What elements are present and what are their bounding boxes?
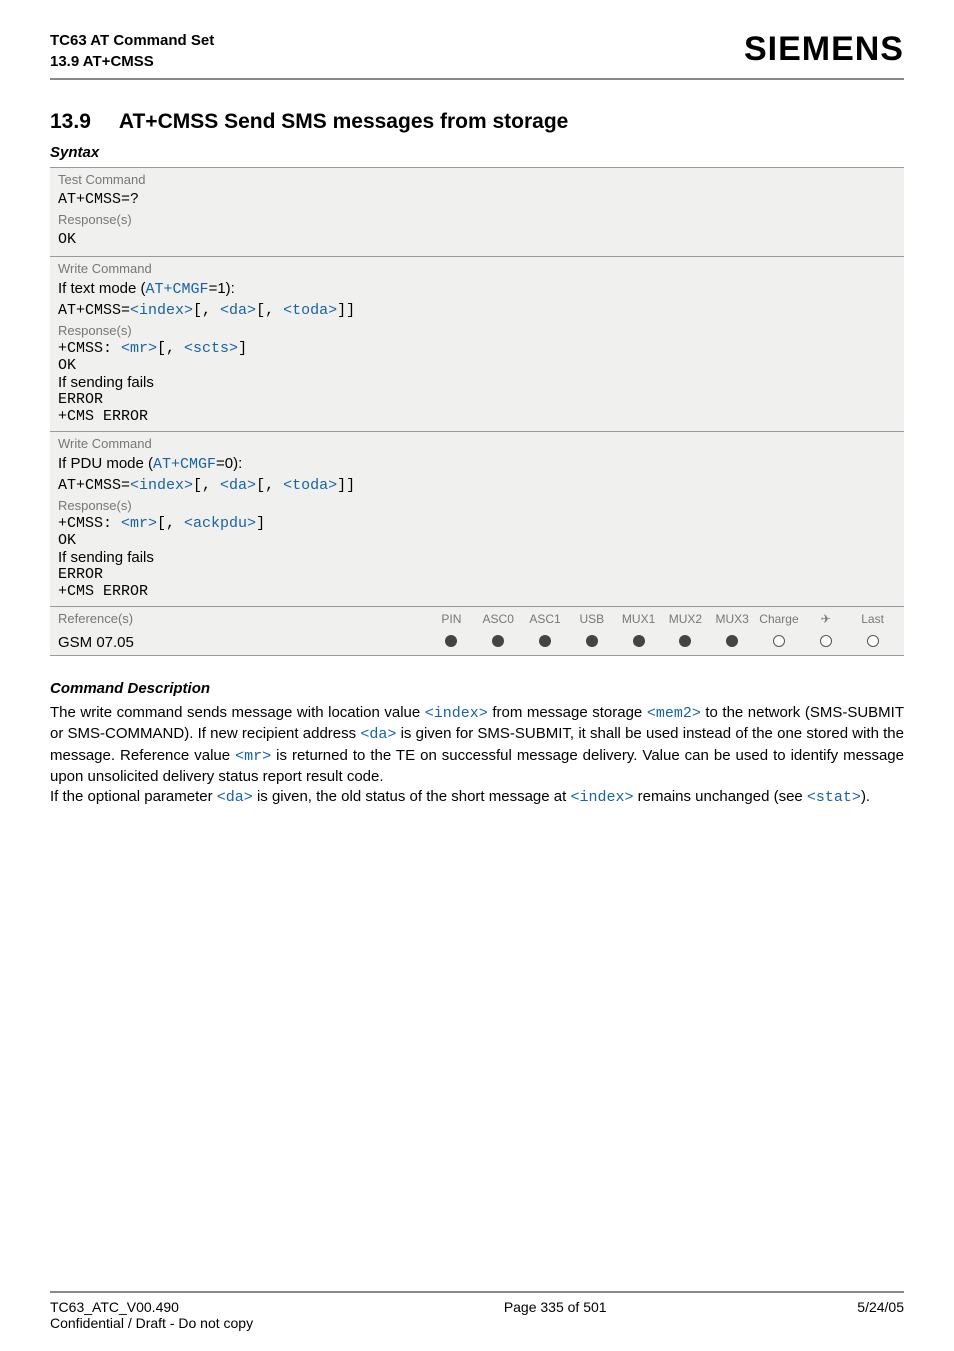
command-description-heading: Command Description <box>50 680 904 697</box>
write-pdu-label: Write Command <box>58 436 896 451</box>
col-pin: PIN <box>428 612 475 626</box>
param-mr-2[interactable]: <mr> <box>121 515 157 532</box>
footer-center: Page 335 of 501 <box>504 1299 607 1331</box>
reference-columns: PIN ASC0 ASC1 USB MUX1 MUX2 MUX3 Charge … <box>428 612 896 626</box>
section-heading: 13.9 AT+CMSS Send SMS messages from stora… <box>50 110 904 134</box>
col-mux1: MUX1 <box>615 612 662 626</box>
command-description-body: The write command sends message with loc… <box>50 703 904 808</box>
dot-pin <box>445 635 457 647</box>
param-index-2[interactable]: <index> <box>130 477 193 494</box>
dot-mux3 <box>726 635 738 647</box>
dot-airplane <box>820 635 832 647</box>
param-da-desc[interactable]: <da> <box>360 726 396 743</box>
col-last: Last <box>849 612 896 626</box>
param-mem2-desc[interactable]: <mem2> <box>647 705 701 722</box>
col-mux3: MUX3 <box>709 612 756 626</box>
page-header: TC63 AT Command Set 13.9 AT+CMSS SIEMENS <box>50 30 904 80</box>
write-text-response: +CMSS: <mr>[, <scts>] OK If sending fail… <box>58 338 896 427</box>
param-da[interactable]: <da> <box>220 302 256 319</box>
write-pdu-mode: If PDU mode (AT+CMGF=0): <box>58 451 896 477</box>
test-response-label: Response(s) <box>58 212 896 227</box>
dot-mux2 <box>679 635 691 647</box>
param-da-2[interactable]: <da> <box>220 477 256 494</box>
param-stat-desc[interactable]: <stat> <box>807 789 861 806</box>
write-text-cmd: AT+CMSS=<index>[, <da>[, <toda>]] <box>58 302 896 323</box>
col-mux2: MUX2 <box>662 612 709 626</box>
test-command-label: Test Command <box>58 172 896 187</box>
doc-title: TC63 AT Command Set <box>50 30 214 51</box>
param-mr[interactable]: <mr> <box>121 340 157 357</box>
dot-mux1 <box>633 635 645 647</box>
param-index[interactable]: <index> <box>130 302 193 319</box>
write-pdu-block: Write Command If PDU mode (AT+CMGF=0): A… <box>50 431 904 606</box>
write-pdu-cmd: AT+CMSS=<index>[, <da>[, <toda>]] <box>58 477 896 498</box>
param-scts[interactable]: <scts> <box>184 340 238 357</box>
page-footer: TC63_ATC_V00.490 Confidential / Draft - … <box>50 1291 904 1331</box>
dot-asc1 <box>539 635 551 647</box>
section-title: AT+CMSS Send SMS messages from storage <box>119 110 569 133</box>
reference-dots <box>428 635 896 650</box>
dot-usb <box>586 635 598 647</box>
reference-value: GSM 07.05 <box>58 634 428 651</box>
param-mr-desc[interactable]: <mr> <box>235 748 271 765</box>
write-text-mode: If text mode (AT+CMGF=1): <box>58 276 896 302</box>
footer-right: 5/24/05 <box>857 1299 904 1331</box>
test-response: OK <box>58 227 896 252</box>
param-index-desc2[interactable]: <index> <box>570 789 633 806</box>
col-airplane: ✈ <box>802 612 849 626</box>
dot-last <box>867 635 879 647</box>
footer-left: TC63_ATC_V00.490 Confidential / Draft - … <box>50 1299 253 1331</box>
test-command-cmd: AT+CMSS=? <box>58 187 896 212</box>
reference-header-row: Reference(s) PIN ASC0 ASC1 USB MUX1 MUX2… <box>50 606 904 630</box>
reference-value-row: GSM 07.05 <box>50 630 904 656</box>
write-pdu-response: +CMSS: <mr>[, <ackpdu>] OK If sending fa… <box>58 513 896 602</box>
write-text-block: Write Command If text mode (AT+CMGF=1): … <box>50 256 904 431</box>
section-number: 13.9 <box>50 110 91 134</box>
header-left: TC63 AT Command Set 13.9 AT+CMSS <box>50 30 214 72</box>
col-asc1: ASC1 <box>522 612 569 626</box>
write-pdu-resp-label: Response(s) <box>58 498 896 513</box>
write-text-label: Write Command <box>58 261 896 276</box>
param-da-desc2[interactable]: <da> <box>217 789 253 806</box>
brand-logo: SIEMENS <box>744 30 904 69</box>
param-ackpdu[interactable]: <ackpdu> <box>184 515 256 532</box>
test-command-block: Test Command AT+CMSS=? Response(s) OK <box>50 167 904 256</box>
col-charge: Charge <box>756 612 803 626</box>
col-usb: USB <box>568 612 615 626</box>
reference-label: Reference(s) <box>58 611 428 626</box>
param-toda-2[interactable]: <toda> <box>283 477 337 494</box>
col-asc0: ASC0 <box>475 612 522 626</box>
doc-subtitle: 13.9 AT+CMSS <box>50 51 214 72</box>
write-text-resp-label: Response(s) <box>58 323 896 338</box>
atcmgf-link-2[interactable]: AT+CMGF <box>153 456 216 473</box>
dot-charge <box>773 635 785 647</box>
atcmgf-link[interactable]: AT+CMGF <box>146 281 209 298</box>
syntax-label: Syntax <box>50 144 904 161</box>
param-index-desc[interactable]: <index> <box>425 705 488 722</box>
param-toda[interactable]: <toda> <box>283 302 337 319</box>
dot-asc0 <box>492 635 504 647</box>
